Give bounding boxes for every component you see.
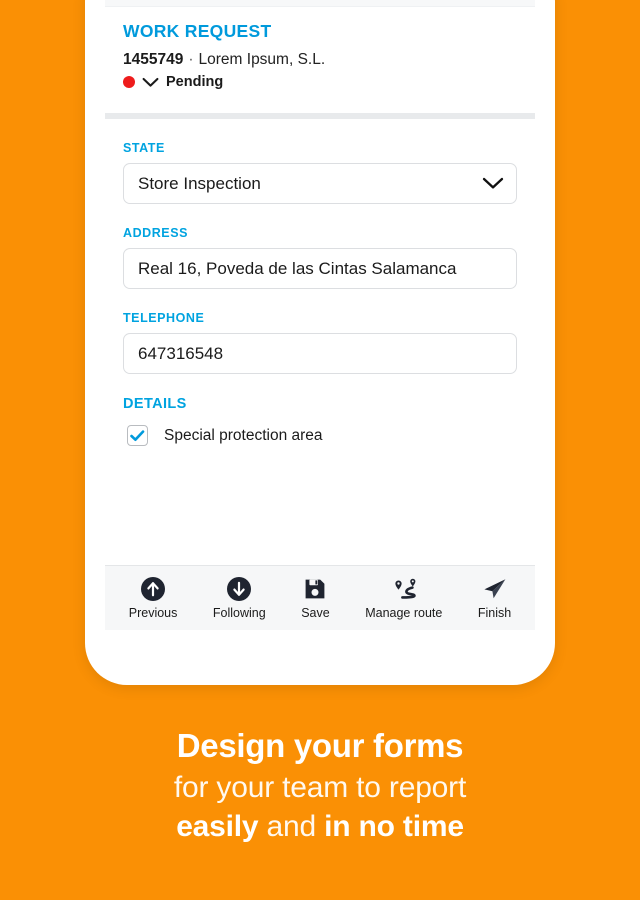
- manage-route-button[interactable]: Manage route: [365, 576, 442, 620]
- state-value: Store Inspection: [138, 173, 261, 193]
- marketing-copy: Design your forms for your team to repor…: [0, 725, 640, 846]
- chevron-down-icon[interactable]: [482, 177, 504, 190]
- telephone-value: 647316548: [138, 343, 224, 363]
- finish-label: Finish: [477, 606, 512, 620]
- finish-button[interactable]: Finish: [478, 576, 511, 620]
- field-group-state: STATE Store Inspection: [123, 141, 517, 204]
- state-label: STATE: [123, 141, 165, 155]
- address-label: ADDRESS: [123, 226, 188, 240]
- arrow-down-circle-icon: [226, 576, 252, 602]
- following-label: Following: [212, 606, 266, 620]
- marketing-line-3: easily and in no time: [0, 808, 640, 846]
- details-label: DETAILS: [123, 396, 187, 412]
- marketing-line-2: for your team to report: [173, 770, 467, 804]
- save-button[interactable]: Save: [301, 576, 330, 620]
- status-dot-icon: [123, 76, 135, 88]
- clipped-card-above: [105, 0, 535, 7]
- status-badge: Pending: [166, 74, 224, 90]
- checkbox-checked-icon[interactable]: [127, 425, 148, 446]
- field-group-telephone: TELEPHONE 647316548: [123, 311, 517, 374]
- previous-label: Previous: [128, 606, 178, 620]
- bottom-toolbar: Previous Following Save Manage route Fin…: [105, 565, 535, 630]
- reference-row: 1455749 · Lorem Ipsum, S.L.: [123, 51, 517, 69]
- special-protection-checkbox-row[interactable]: Special protection area: [123, 425, 517, 446]
- previous-button[interactable]: Previous: [128, 576, 178, 620]
- marketing-line-1: Design your forms: [176, 727, 464, 764]
- route-pin-icon: [390, 576, 418, 602]
- telephone-label: TELEPHONE: [123, 311, 205, 325]
- status-selector[interactable]: Pending: [123, 74, 517, 90]
- manage-route-label: Manage route: [365, 606, 443, 620]
- marketing-line-3-normal: and: [258, 810, 325, 844]
- special-protection-label: Special protection area: [164, 426, 323, 444]
- details-section: DETAILS Special protection area: [123, 396, 517, 446]
- page-title: WORK REQUEST: [123, 21, 272, 41]
- address-value: Real 16, Poveda de las Cintas Salamanca: [138, 258, 457, 278]
- save-label: Save: [301, 606, 330, 620]
- field-group-address: ADDRESS Real 16, Poveda de las Cintas Sa…: [123, 226, 517, 289]
- reference-separator: ·: [188, 51, 194, 68]
- phone-screen: WORK REQUEST 1455749 · Lorem Ipsum, S.L. P…: [105, 0, 535, 630]
- marketing-line-3-bold-2: in no time: [324, 810, 464, 844]
- company-name: Lorem Ipsum, S.L.: [198, 51, 326, 68]
- chevron-down-icon[interactable]: [142, 77, 159, 88]
- following-button[interactable]: Following: [213, 576, 266, 620]
- work-request-header-card: WORK REQUEST 1455749 · Lorem Ipsum, S.L. P…: [105, 7, 535, 113]
- work-request-form-card: STATE Store Inspection ADDRESS Real 16, …: [105, 119, 535, 566]
- telephone-input[interactable]: 647316548: [123, 333, 517, 374]
- state-select[interactable]: Store Inspection: [123, 163, 517, 204]
- paper-plane-icon: [482, 576, 508, 602]
- reference-id: 1455749: [123, 51, 184, 68]
- arrow-up-circle-icon: [140, 576, 166, 602]
- address-input[interactable]: Real 16, Poveda de las Cintas Salamanca: [123, 248, 517, 289]
- floppy-disk-icon: [303, 576, 327, 602]
- marketing-line-3-bold-1: easily: [176, 810, 259, 844]
